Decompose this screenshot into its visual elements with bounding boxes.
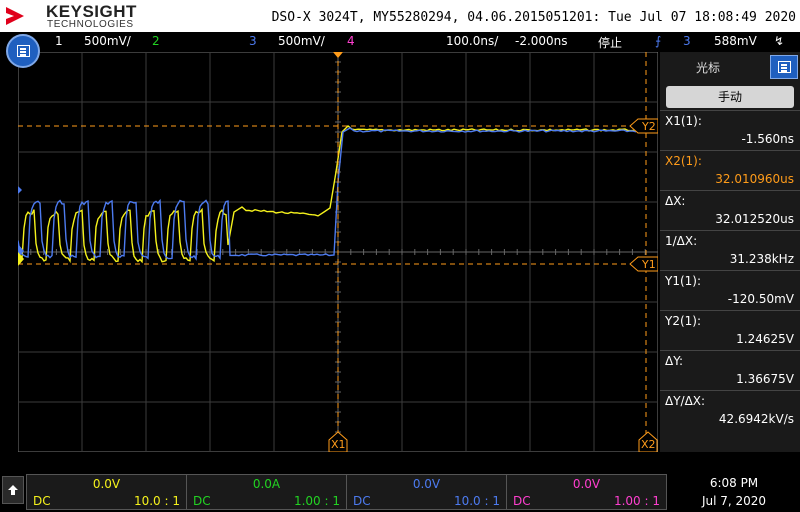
measurement-value: 32.010960us — [715, 172, 794, 186]
waveform-display[interactable]: Y2Y1X1X2T — [18, 52, 658, 452]
panel-tab[interactable]: 光标 — [660, 52, 800, 80]
measurement-row: Y1(1): -120.50mV — [660, 270, 800, 310]
channel-offset: 0.0A — [252, 477, 281, 491]
panel-menu-button[interactable] — [770, 55, 798, 79]
keysight-logo: KEYSIGHT TECHNOLOGIES — [6, 2, 136, 30]
cursor-x1-tag-label: X1 — [331, 438, 346, 451]
channel-coupling: DC — [513, 494, 531, 508]
up-arrow-icon — [8, 485, 18, 495]
clock-date: Jul 7, 2020 — [701, 494, 767, 508]
delay[interactable]: -2.000ns — [515, 34, 568, 48]
measurement-row: ΔY: 1.36675V — [660, 350, 800, 390]
measurement-value: 31.238kHz — [729, 252, 794, 266]
trigger-source[interactable]: 3 — [683, 34, 691, 48]
channel-offset: 0.0V — [572, 477, 601, 491]
cursor-panel: 光标 手动 X1(1): -1.560ns X2(1): 32.010960us ΔX:… — [660, 52, 800, 452]
measurement-label: Y2(1): — [665, 314, 702, 328]
keysight-chevron-icon — [6, 7, 24, 25]
run-state: 停止 — [598, 36, 623, 50]
measurement-label: ΔY/ΔX: — [665, 394, 706, 408]
measurement-row: ΔX: 32.012520us — [660, 190, 800, 230]
measurement-row: 1/ΔX: 31.238kHz — [660, 230, 800, 270]
measurement-value: -1.560ns — [741, 132, 794, 146]
title-bar: KEYSIGHT TECHNOLOGIES DSO-X 3024T, MY552… — [0, 0, 800, 32]
measurement-label: Y1(1): — [665, 274, 702, 288]
measurement-row: Y2(1): 1.24625V — [660, 310, 800, 350]
panel-title: 光标 — [696, 61, 721, 75]
channel-probe: 1.00 : 1 — [293, 494, 340, 508]
measurement-row: X2(1): 32.010960us — [660, 150, 800, 190]
measurement-value: -120.50mV — [727, 292, 794, 306]
channel-2-box[interactable]: 0.0A DC 1.00 : 1 — [186, 474, 347, 510]
timebase[interactable]: 100.0ns/ — [446, 34, 498, 48]
measurement-label: ΔY: — [665, 354, 683, 368]
channel-coupling: DC — [353, 494, 371, 508]
measurement-value: 42.6942kV/s — [718, 412, 794, 426]
home-button[interactable] — [2, 476, 24, 504]
ch1-number[interactable]: 1 — [55, 34, 63, 48]
menu-icon — [17, 45, 30, 57]
trigger-edge-icon: ⨍ — [655, 34, 662, 48]
cursor-y1-tag-label: Y1 — [641, 258, 656, 271]
measurement-label: X2(1): — [665, 154, 702, 168]
channel-probe: 10.0 : 1 — [133, 494, 180, 508]
channel-bar: 1 500mV/ 2 3 500mV/ 4 100.0ns/ -2.000ns … — [0, 32, 800, 52]
measurement-label: ΔX: — [665, 194, 686, 208]
measurement-row: ΔY/ΔX: 42.6942kV/s — [660, 390, 800, 430]
menu-icon — [778, 61, 791, 73]
cursor-mode-button[interactable]: 手动 — [666, 86, 794, 108]
clock: 6:08 PM Jul 7, 2020 — [668, 474, 800, 508]
channel-probe: 1.00 : 1 — [613, 494, 660, 508]
brand-sub: TECHNOLOGIES — [47, 19, 134, 30]
measurement-value: 1.24625V — [736, 332, 794, 346]
channel-coupling: DC — [33, 494, 51, 508]
cursor-x2-tag-label: X2 — [641, 438, 656, 451]
trigger-level[interactable]: 588mV — [714, 34, 757, 48]
channel-offset: 0.0V — [92, 477, 121, 491]
channel-4-box[interactable]: 0.0V DC 1.00 : 1 — [506, 474, 667, 510]
channel-1-box[interactable]: 0.0V DC 10.0 : 1 — [26, 474, 187, 510]
measurement-value: 32.012520us — [715, 212, 794, 226]
main-menu-button[interactable] — [6, 34, 40, 68]
measurement-label: X1(1): — [665, 114, 702, 128]
channel-offset: 0.0V — [412, 477, 441, 491]
acquire-icon[interactable]: ↯ — [774, 34, 784, 48]
ch3-scale[interactable]: 500mV/ — [278, 34, 325, 48]
channel-coupling: DC — [193, 494, 211, 508]
measurement-label: 1/ΔX: — [665, 234, 698, 248]
measurement-row: X1(1): -1.560ns — [660, 110, 800, 150]
model-info: DSO-X 3024T, MY55280294, 04.06.201505120… — [271, 10, 796, 25]
ch4-number[interactable]: 4 — [347, 34, 355, 48]
cursor-y2-tag-label: Y2 — [641, 120, 656, 133]
ch2-number[interactable]: 2 — [152, 34, 160, 48]
waveform-svg: Y2Y1X1X2T — [18, 52, 658, 452]
channel-probe: 10.0 : 1 — [453, 494, 500, 508]
ch1-scale[interactable]: 500mV/ — [84, 34, 131, 48]
ch3-number[interactable]: 3 — [249, 34, 257, 48]
channel-3-box[interactable]: 0.0V DC 10.0 : 1 — [346, 474, 507, 510]
measurement-value: 1.36675V — [736, 372, 794, 386]
clock-time: 6:08 PM — [709, 476, 759, 490]
